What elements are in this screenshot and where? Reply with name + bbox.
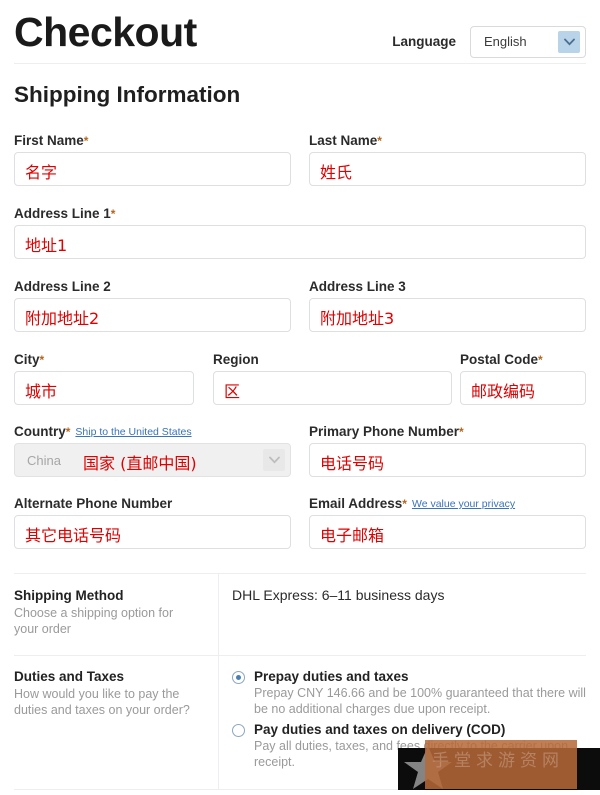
postal-code-value: 邮政编码: [471, 382, 536, 401]
page-title: Checkout: [14, 9, 197, 55]
region-label: Region: [213, 352, 259, 367]
ship-to-united-states-link[interactable]: Ship to the United States: [75, 426, 191, 438]
prepay-option-description: Prepay CNY 146.66 and be 100% guaranteed…: [254, 686, 586, 716]
address-line-2-label: Address Line 2: [14, 279, 111, 294]
address-line-3-label: Address Line 3: [309, 279, 406, 294]
cod-option-description: Pay all duties, taxes, and fees directly…: [254, 739, 569, 769]
language-label: Language: [392, 34, 456, 49]
city-label: City*: [14, 352, 44, 367]
country-select-value: China: [27, 453, 61, 468]
address-line-3-input[interactable]: 附加地址3: [309, 298, 586, 332]
address-line-1-input[interactable]: 地址1: [14, 225, 586, 259]
country-select[interactable]: China 国家 (直邮中国): [14, 443, 291, 477]
shipping-method-row: Shipping Method Choose a shipping option…: [14, 573, 586, 655]
alternate-phone-input[interactable]: 其它电话号码: [14, 515, 291, 549]
required-marker: *: [110, 207, 116, 221]
last-name-input[interactable]: 姓氏: [309, 152, 586, 186]
region-value: 区: [224, 382, 241, 401]
section-title: Shipping Information: [14, 82, 241, 107]
address-line-2-value: 附加地址2: [25, 309, 100, 328]
radio-icon-unselected[interactable]: [232, 724, 245, 737]
required-marker: *: [538, 353, 543, 367]
region-input[interactable]: 区: [213, 371, 452, 405]
address-line-3-value: 附加地址3: [320, 309, 395, 328]
address-line-1-label: Address Line 1*: [14, 206, 115, 221]
primary-phone-label: Primary Phone Number*: [309, 424, 464, 439]
divider: [14, 789, 586, 790]
divider: [14, 655, 586, 656]
divider-vertical: [218, 573, 219, 655]
country-annotation: 国家 (直邮中国): [83, 454, 197, 473]
divider-vertical: [218, 655, 219, 789]
address-line-2-input[interactable]: 附加地址2: [14, 298, 291, 332]
email-address-label-text: Email Address: [309, 496, 403, 511]
last-name-label: Last Name*: [309, 133, 382, 148]
radio-option-cod[interactable]: Pay duties and taxes on delivery (COD) P…: [232, 722, 586, 775]
email-address-input[interactable]: 电子邮箱: [309, 515, 586, 549]
email-address-value: 电子邮箱: [320, 526, 385, 545]
country-label-text: Country: [14, 424, 66, 439]
checkout-page: Checkout Language English Shipping Infor…: [0, 0, 600, 795]
address-line-1-label-text: Address Line 1: [14, 206, 111, 221]
chevron-down-icon[interactable]: [558, 31, 580, 53]
required-marker: *: [65, 425, 71, 439]
first-name-label-text: First Name: [14, 133, 84, 148]
shipping-method-value: DHL Express: 6–11 business days: [232, 587, 445, 603]
country-label: Country* Ship to the United States: [14, 424, 192, 439]
postal-code-input[interactable]: 邮政编码: [460, 371, 586, 405]
address-line-1-value: 地址1: [25, 236, 68, 255]
duties-and-taxes-label: Duties and Taxes: [14, 669, 125, 684]
alternate-phone-value: 其它电话号码: [25, 526, 122, 545]
page-header: Checkout Language English: [14, 8, 586, 64]
duties-and-taxes-description: How would you like to pay the duties and…: [14, 687, 190, 717]
primary-phone-input[interactable]: 电话号码: [309, 443, 586, 477]
city-input[interactable]: 城市: [14, 371, 194, 405]
required-marker: *: [83, 134, 89, 148]
required-marker: *: [402, 497, 407, 511]
first-name-label: First Name*: [14, 133, 88, 148]
first-name-input[interactable]: 名字: [14, 152, 291, 186]
last-name-label-text: Last Name: [309, 133, 378, 148]
required-marker: *: [39, 353, 45, 367]
shipping-method-description: Choose a shipping option for your order: [14, 606, 174, 636]
language-select[interactable]: English: [470, 26, 586, 58]
primary-phone-label-text: Primary Phone Number: [309, 424, 460, 439]
chevron-down-icon: [263, 449, 285, 471]
radio-icon-selected[interactable]: [232, 671, 245, 684]
last-name-value: 姓氏: [320, 163, 353, 182]
prepay-option-title: Prepay duties and taxes: [254, 669, 409, 684]
city-value: 城市: [25, 382, 58, 401]
email-address-label: Email Address* We value your privacy: [309, 496, 515, 511]
required-marker: *: [377, 134, 382, 148]
postal-code-label: Postal Code*: [460, 352, 543, 367]
shipping-method-body: DHL Express: 6–11 business days: [232, 587, 586, 603]
primary-phone-value: 电话号码: [320, 454, 385, 473]
radio-option-prepay[interactable]: Prepay duties and taxes Prepay CNY 146.6…: [232, 669, 586, 722]
cod-option-title: Pay duties and taxes on delivery (COD): [254, 722, 506, 737]
required-marker: *: [459, 425, 464, 439]
language-select-value: English: [484, 34, 527, 49]
postal-code-label-text: Postal Code: [460, 352, 539, 367]
bottom-divider-row: [14, 789, 586, 790]
divider: [14, 573, 586, 574]
first-name-value: 名字: [25, 163, 58, 182]
duties-and-taxes-row: Duties and Taxes How would you like to p…: [14, 655, 586, 789]
privacy-link[interactable]: We value your privacy: [412, 498, 515, 510]
city-label-text: City: [14, 352, 40, 367]
duties-options: Prepay duties and taxes Prepay CNY 146.6…: [232, 669, 586, 775]
shipping-method-label: Shipping Method: [14, 588, 124, 603]
alternate-phone-label: Alternate Phone Number: [14, 496, 173, 511]
